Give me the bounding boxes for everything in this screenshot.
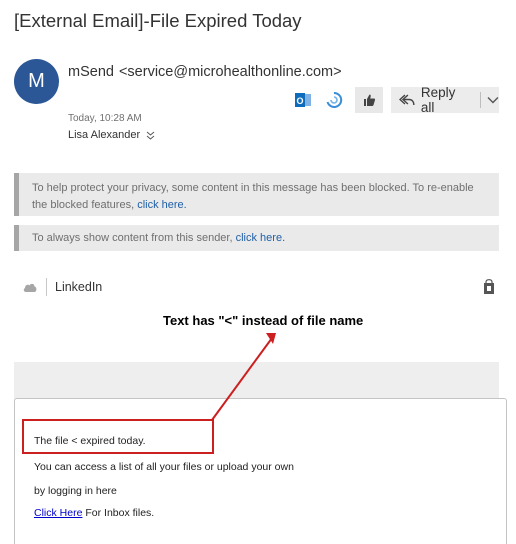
sender-address: <service@microhealthonline.com> — [118, 64, 342, 80]
blocked-content-notice: To help protect your privacy, some conte… — [14, 173, 499, 216]
body-line-inbox: Click Here For Inbox files. — [34, 507, 154, 519]
always-show-link[interactable]: click here. — [236, 232, 286, 244]
click-here-link[interactable]: Click Here — [34, 507, 82, 519]
reply-divider — [480, 92, 482, 108]
body-line-access: You can access a list of all your files … — [34, 461, 294, 473]
store-bag-icon[interactable] — [482, 279, 496, 295]
addin-divider — [46, 278, 47, 296]
inbox-files-text: For Inbox files. — [82, 507, 155, 519]
outlook-addin-button[interactable]: O — [292, 87, 314, 113]
reply-all-icon — [399, 94, 415, 105]
recipient-name: Lisa Alexander — [68, 129, 141, 141]
sent-time: Today, 10:28 AM — [68, 113, 142, 124]
blocked-content-text: To help protect your privacy, some conte… — [32, 182, 474, 211]
body-line-login: by logging in here — [34, 485, 117, 497]
thumbs-up-icon — [364, 94, 376, 106]
unblock-content-link[interactable]: click here. — [137, 199, 187, 211]
like-button[interactable] — [355, 87, 383, 113]
sender-name: mSend — [68, 64, 114, 80]
cloud-icon — [23, 283, 37, 292]
annotation-label: Text has "<" instead of file name — [163, 313, 364, 328]
meeting-addin-button[interactable] — [322, 87, 346, 113]
chevron-down-icon[interactable] — [487, 96, 499, 104]
linkedin-addin-name[interactable]: LinkedIn — [55, 280, 102, 294]
meeting-icon — [326, 91, 343, 108]
outlook-icon: O — [295, 93, 311, 107]
message-header-band — [14, 362, 499, 400]
avatar-initial: M — [28, 70, 45, 92]
addin-row: LinkedIn — [22, 276, 496, 298]
sender-line[interactable]: mSend <service@microhealthonline.com> — [68, 64, 342, 80]
expand-recipients-icon[interactable] — [146, 131, 155, 140]
sender-avatar[interactable]: M — [14, 59, 59, 104]
svg-text:O: O — [296, 96, 303, 106]
always-show-text: To always show content from this sender, — [32, 232, 236, 244]
always-show-notice: To always show content from this sender,… — [14, 225, 499, 251]
annotation-highlight-box — [22, 419, 214, 454]
reply-all-label: Reply all — [420, 85, 456, 115]
reply-all-button[interactable]: Reply all — [391, 85, 499, 115]
email-subject: [External Email]-File Expired Today — [14, 10, 302, 31]
recipient-line[interactable]: Lisa Alexander — [68, 129, 155, 141]
